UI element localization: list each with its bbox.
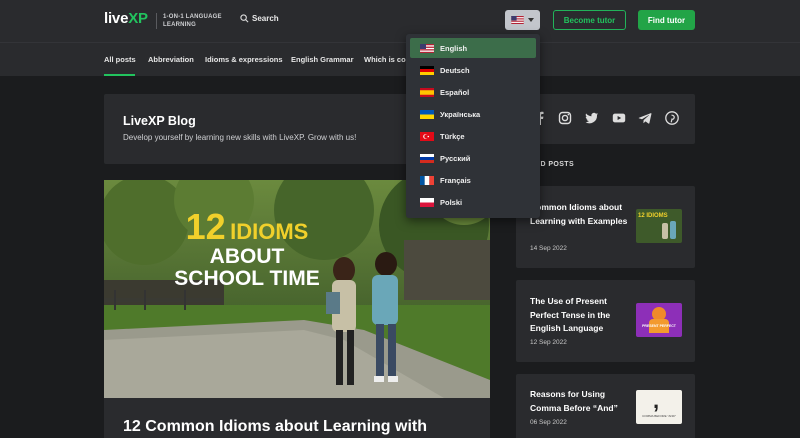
language-option-ukrainian[interactable]: Українська [410, 104, 536, 124]
es-flag-icon [420, 87, 434, 97]
language-option-deutsch[interactable]: Deutsch [410, 60, 536, 80]
language-option-turkce[interactable]: Türkçe [410, 126, 536, 146]
hero-word-idioms: IDIOMS [230, 219, 309, 244]
language-option-english[interactable]: English [410, 38, 536, 58]
tab-which-is-correct[interactable]: Which is cor [364, 55, 409, 64]
hero-headline: 12 IDIOMS ABOUT SCHOOL TIME [104, 208, 390, 290]
featured-post-thumbnail[interactable]: , COMMA BEFORE "AND" [636, 390, 682, 424]
featured-post-thumbnail[interactable]: 12 IDIOMS [636, 209, 682, 243]
social-links [516, 94, 695, 144]
language-option-russian[interactable]: Русский [410, 148, 536, 168]
youtube-icon[interactable] [612, 111, 626, 125]
language-label: Polski [440, 197, 463, 207]
search-label: Search [252, 14, 279, 23]
tab-all-posts[interactable]: All posts [104, 55, 136, 64]
us-flag-icon [420, 43, 434, 53]
language-option-polski[interactable]: Polski [410, 192, 536, 212]
featured-post-thumbnail[interactable]: PRESENT PERFECT [636, 303, 682, 337]
language-option-espanol[interactable]: Español [410, 82, 536, 102]
tab-english-grammar[interactable]: English Grammar [291, 55, 354, 64]
find-tutor-button[interactable]: Find tutor [638, 10, 695, 30]
hero-number: 12 [185, 206, 226, 247]
tagline: 1-ON-1 LANGUAGE LEARNING [163, 14, 222, 28]
featured-post-title[interactable]: Common Idioms about Learning with Exampl… [530, 201, 630, 228]
livexp-logo[interactable]: liveXP [104, 10, 148, 27]
language-label: Deutsch [440, 65, 470, 75]
pl-flag-icon [420, 197, 434, 207]
language-dropdown-menu: English Deutsch Español Українська Türkç… [406, 34, 540, 218]
twitter-icon[interactable] [585, 111, 599, 125]
hero-line-about: ABOUT [209, 244, 285, 268]
featured-post-title-card[interactable]: 12 Common Idioms about Learning with [104, 398, 490, 438]
instagram-icon[interactable] [558, 111, 572, 125]
chevron-down-icon [528, 18, 534, 22]
featured-post-card[interactable]: The Use of Present Perfect Tense in the … [516, 280, 695, 362]
de-flag-icon [420, 65, 434, 75]
language-label: English [440, 43, 468, 53]
tab-abbreviation[interactable]: Abbreviation [148, 55, 194, 64]
language-label: Türkçe [440, 131, 465, 141]
featured-post-card[interactable]: Common Idioms about Learning with Exampl… [516, 186, 695, 268]
featured-post-date: 12 Sep 2022 [530, 339, 567, 346]
ru-flag-icon [420, 153, 434, 163]
language-label: Español [440, 87, 470, 97]
page-subtitle: Develop yourself by learning new skills … [123, 133, 357, 142]
logo-divider [156, 13, 157, 29]
hero-line-school-time: SCHOOL TIME [174, 266, 320, 290]
page-title: LiveXP Blog [123, 114, 196, 128]
search-icon [240, 14, 249, 23]
site-header: liveXP 1-ON-1 LANGUAGE LEARNING Search B… [0, 0, 800, 42]
tab-idioms-expressions[interactable]: Idioms & expressions [205, 55, 283, 64]
featured-post-title[interactable]: Reasons for Using Comma Before “And” [530, 388, 630, 415]
active-tab-indicator [104, 74, 135, 76]
category-nav: All posts Abbreviation Idioms & expressi… [0, 42, 800, 76]
featured-post-title[interactable]: The Use of Present Perfect Tense in the … [530, 295, 630, 336]
language-label: Français [440, 175, 471, 185]
search-button[interactable]: Search [240, 14, 279, 23]
featured-post-date: 06 Sep 2022 [530, 419, 567, 426]
language-label: Українська [440, 109, 481, 119]
language-label: Русский [440, 153, 471, 163]
pinterest-icon[interactable] [665, 111, 679, 125]
us-flag-icon [511, 16, 524, 24]
become-tutor-button[interactable]: Become tutor [553, 10, 626, 30]
tr-flag-icon [420, 131, 434, 141]
featured-post-title[interactable]: 12 Common Idioms about Learning with [123, 418, 427, 436]
fr-flag-icon [420, 175, 434, 185]
ua-flag-icon [420, 109, 434, 119]
telegram-icon[interactable] [638, 111, 652, 125]
featured-post-date: 14 Sep 2022 [530, 245, 567, 252]
featured-post-card[interactable]: Reasons for Using Comma Before “And” 06 … [516, 374, 695, 438]
language-selector[interactable] [505, 10, 540, 30]
language-option-francais[interactable]: Français [410, 170, 536, 190]
